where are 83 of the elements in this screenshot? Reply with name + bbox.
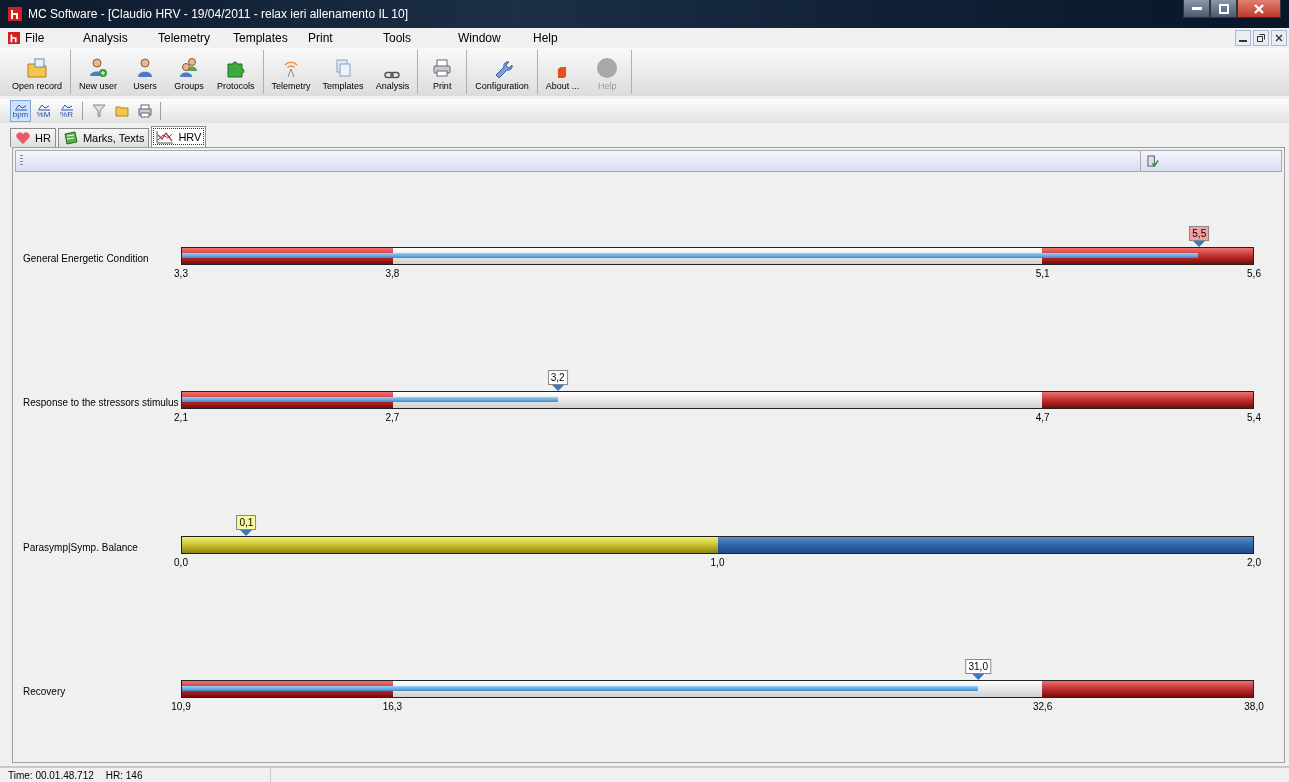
minimize-icon <box>1191 7 1202 10</box>
value-label: 0,1 <box>236 514 257 530</box>
pointer-icon <box>972 674 985 681</box>
toolbar-button[interactable]: New user <box>73 50 124 94</box>
window-title: MC Software - [Claudio HRV - 19/04/2011 - relax ieri allenamento IL 10] <box>28 7 409 21</box>
close-button[interactable] <box>1271 30 1287 46</box>
scale-label: 4,7 <box>1035 412 1050 424</box>
app-logo <box>8 32 20 44</box>
toolbar-button[interactable]: Protocols <box>211 50 261 94</box>
gauge-label: Recovery <box>23 685 67 698</box>
heart-icon <box>15 131 31 145</box>
line-chart-icon <box>156 130 175 144</box>
scale-label: 2,7 <box>385 412 400 424</box>
user-add-icon <box>87 57 110 79</box>
line-graph-icon <box>37 103 50 111</box>
link-icon <box>384 71 401 79</box>
scale-label: 1,0 <box>710 556 725 568</box>
scale-label: 5,1 <box>1035 267 1050 279</box>
menu-item[interactable]: File <box>8 31 83 45</box>
pointer-icon <box>551 385 564 392</box>
scale-label: 0,0 <box>174 556 188 568</box>
status-time: Time: 00.01.48.712 <box>8 769 94 781</box>
printer-icon <box>431 57 454 79</box>
menu-item[interactable]: Tools <box>383 31 458 45</box>
scale-label: 5,4 <box>1247 412 1261 424</box>
toolbar-button[interactable]: Templates <box>316 50 370 94</box>
export-icon[interactable] <box>1147 155 1159 167</box>
menu-item[interactable]: Analysis <box>83 31 158 45</box>
toolbar-button[interactable]: About ... <box>539 50 586 94</box>
scale-label: 3,3 <box>174 267 188 279</box>
scale-label: 10,9 <box>171 701 191 713</box>
close-icon <box>1254 3 1264 14</box>
menu-item[interactable]: Help <box>533 31 608 45</box>
toolbar-button[interactable]: Groups <box>167 50 212 94</box>
menu-item[interactable]: Window <box>458 31 533 45</box>
tab[interactable]: HR <box>10 128 56 147</box>
scale-label: 2,0 <box>1247 556 1261 568</box>
minimize-button[interactable] <box>1235 30 1251 46</box>
app-logo <box>8 7 22 21</box>
printer-icon <box>137 104 152 118</box>
folder-icon <box>114 105 129 117</box>
toolbar-button[interactable]: Print <box>420 50 465 94</box>
toolbar-button[interactable]: Open record <box>6 50 69 94</box>
toolbar-button[interactable]: Users <box>123 50 168 94</box>
menu-item[interactable]: Telemetry <box>158 31 233 45</box>
value-label: 31,0 <box>965 659 991 675</box>
restore-icon <box>1257 34 1265 42</box>
status-hr: HR: 146 <box>105 769 143 781</box>
close-icon <box>1275 34 1283 42</box>
view-toggle-button[interactable]: %M <box>33 100 54 122</box>
view-toggle-button[interactable]: bpm <box>10 100 31 122</box>
view-toggle-button[interactable]: %R <box>56 100 77 122</box>
scale-label: 2,1 <box>174 412 188 424</box>
circle-icon <box>596 57 619 79</box>
stop-icon <box>557 67 568 79</box>
menu-item[interactable]: Templates <box>233 31 308 45</box>
tab[interactable]: HRV <box>151 126 207 147</box>
maximize-icon <box>1218 3 1229 14</box>
toolbar-button[interactable]: Configuration <box>469 50 535 94</box>
pointer-icon <box>1193 240 1206 247</box>
toolbar-button[interactable]: Telemetry <box>265 50 317 94</box>
toolbar-button[interactable]: Analysis <box>369 50 416 94</box>
gauge-label: Parasymp|Symp. Balance <box>23 540 139 553</box>
scale-label: 38,0 <box>1244 701 1264 713</box>
close-button[interactable] <box>1237 0 1281 18</box>
notes-icon <box>62 131 79 145</box>
scale-label: 3,8 <box>385 267 400 279</box>
line-graph-icon <box>14 103 27 111</box>
restore-button[interactable] <box>1253 30 1269 46</box>
gauge-label: General Energetic Condition <box>23 251 150 264</box>
line-graph-icon <box>60 103 73 111</box>
folder-icon <box>26 57 48 79</box>
menu-item[interactable]: Print <box>308 31 383 45</box>
value-label: 3,2 <box>547 370 568 386</box>
scale-label: 16,3 <box>382 701 403 713</box>
minimize-button[interactable] <box>1183 0 1210 18</box>
maximize-button[interactable] <box>1210 0 1237 18</box>
value-label: 5,5 <box>1189 225 1210 241</box>
filter-icon <box>91 104 106 118</box>
scale-label: 5,6 <box>1247 267 1261 279</box>
scale-label: 32,6 <box>1032 701 1053 713</box>
tab[interactable]: Marks, Texts <box>57 128 150 147</box>
gauge-label: Response to the stressors stimulus <box>23 396 180 409</box>
